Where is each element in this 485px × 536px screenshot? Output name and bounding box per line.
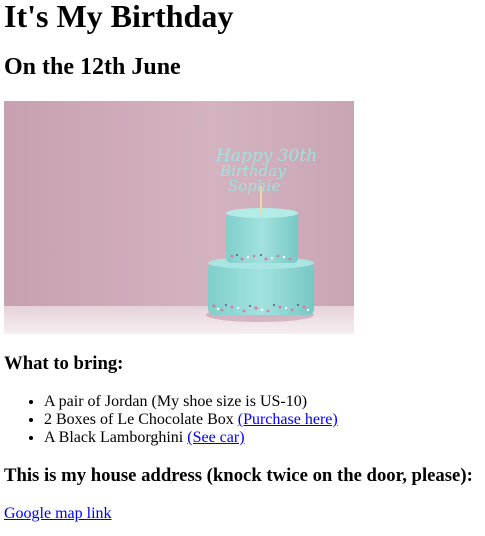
list-item-text: A pair of Jordan (My shoe size is US-10) [44, 393, 308, 410]
page-title: It's My Birthday [4, 0, 234, 34]
birthday-cake-image: Happy 30th Birthday Sophie [4, 101, 354, 334]
list-item-text: A Black Lamborghini [44, 429, 188, 446]
address-heading: This is my house address (knock twice on… [4, 465, 473, 486]
purchase-link[interactable]: (Purchase here) [238, 411, 338, 428]
list-item: 2 Boxes of Le Chocolate Box (Purchase he… [44, 411, 481, 429]
svg-text:Sophie: Sophie [228, 177, 280, 195]
page: It's My Birthday On the 12th June Happy … [0, 0, 485, 523]
date-heading: On the 12th June [4, 54, 181, 80]
see-car-link[interactable]: (See car) [187, 429, 244, 446]
google-map-link[interactable]: Google map link [4, 505, 112, 523]
list-item-text: 2 Boxes of Le Chocolate Box [44, 411, 238, 428]
list-item: A pair of Jordan (My shoe size is US-10) [44, 393, 481, 411]
bring-heading: What to bring: [4, 353, 124, 374]
bring-list: A pair of Jordan (My shoe size is US-10)… [4, 393, 481, 447]
list-item: A Black Lamborghini (See car) [44, 429, 481, 447]
